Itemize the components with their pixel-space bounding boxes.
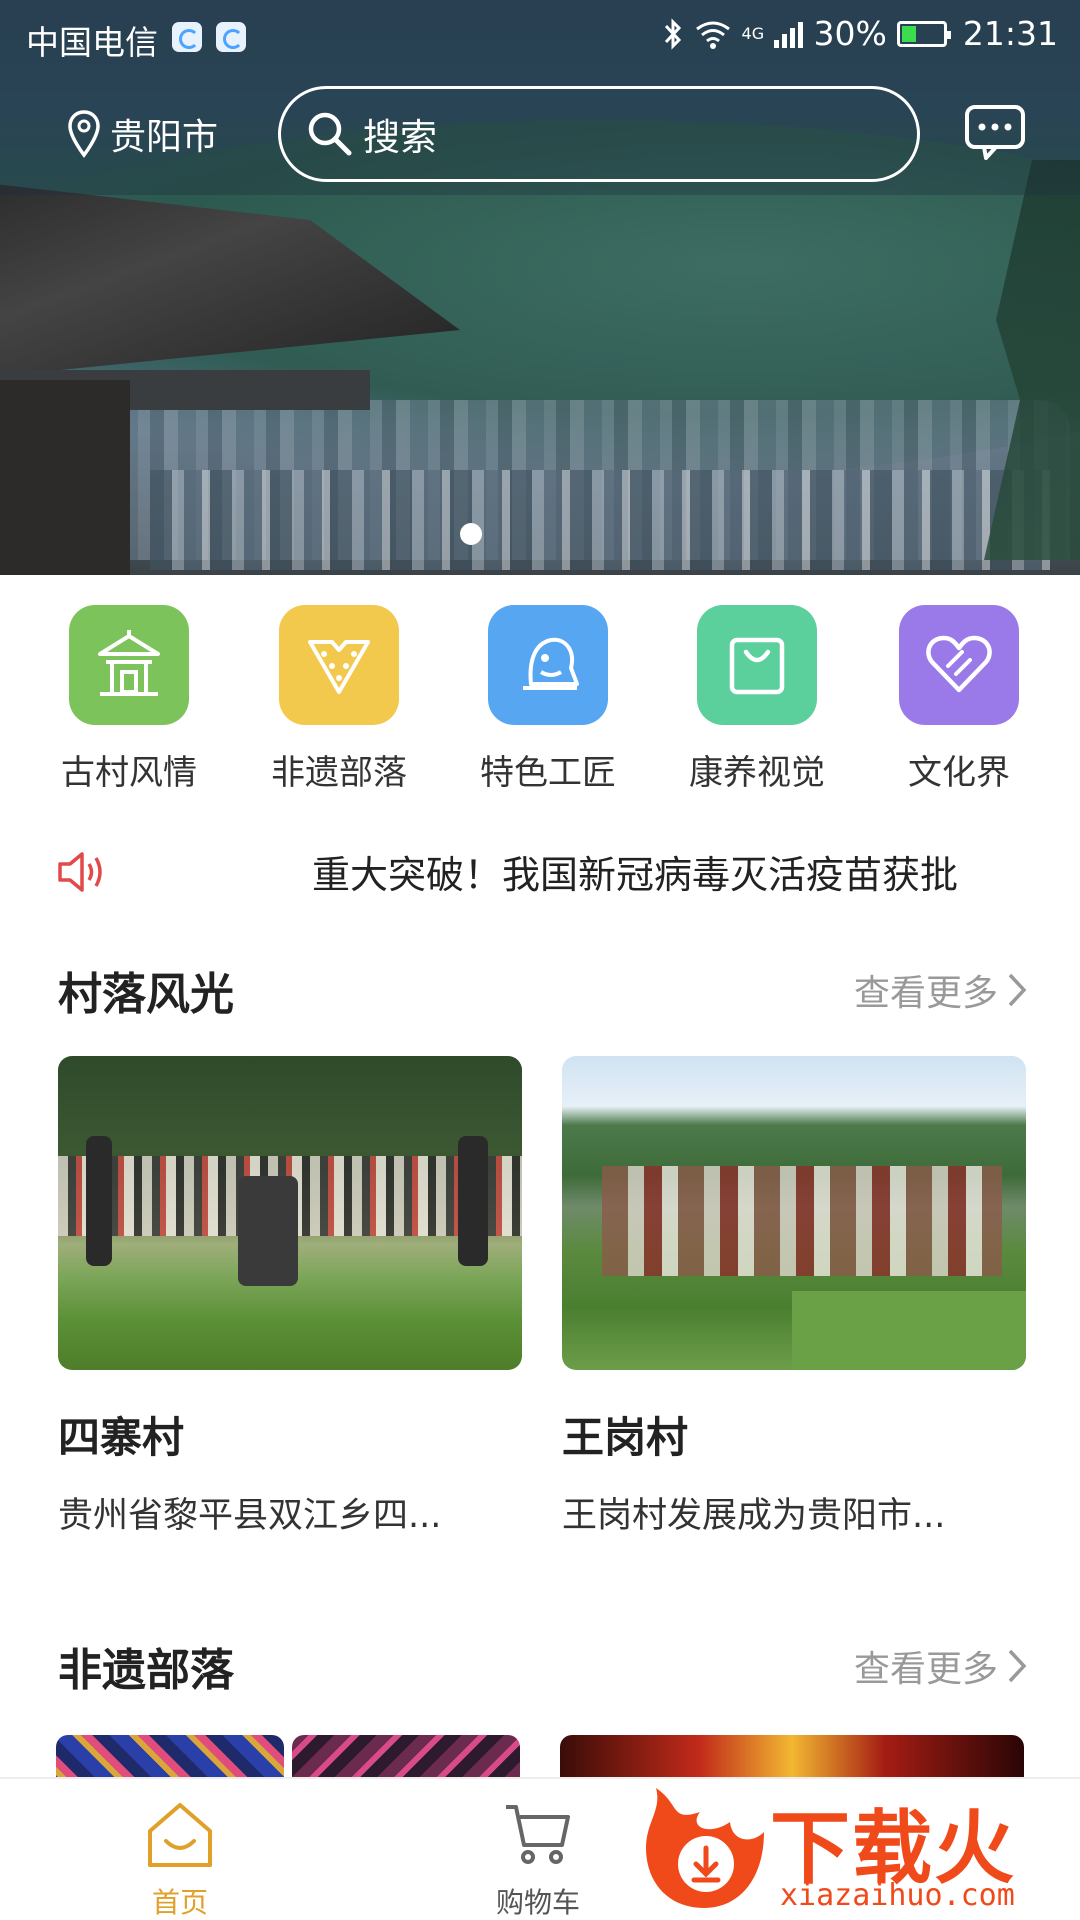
category-grid: 古村风情 非遗部落 特色工匠 康养视觉 文化界: [0, 605, 1080, 795]
cart-icon: [506, 1805, 570, 1864]
category-label: 特色工匠: [480, 753, 616, 793]
category-label: 康养视觉: [689, 753, 825, 793]
village-name: 四寨村: [58, 1413, 185, 1462]
banner-post: [0, 380, 130, 575]
section-heritage-header: 非遗部落 查看更多: [58, 1634, 1028, 1704]
category-label: 非遗部落: [271, 753, 407, 793]
view-more-label: 查看更多: [853, 973, 998, 1014]
news-ticker[interactable]: 重大突破！我国新冠病毒灭活疫苗获批: [56, 838, 996, 904]
signal-icon: [773, 21, 803, 48]
heart-icon: [899, 605, 1019, 725]
carousel-indicator-dot[interactable]: [460, 523, 482, 545]
photo-figure: [238, 1176, 298, 1286]
location-selector[interactable]: 贵阳市: [66, 104, 218, 164]
battery-percent: 30%: [813, 14, 887, 53]
bag-icon: [697, 605, 817, 725]
ticker-text: 重大突破！我国新冠病毒灭活疫苗获批: [312, 853, 959, 897]
category-craftsman[interactable]: 特色工匠: [463, 605, 633, 794]
chevron-right-icon: [1008, 1649, 1027, 1683]
search-placeholder: 搜索: [363, 116, 437, 159]
village-card[interactable]: 四寨村 贵州省黎平县双江乡四...: [58, 1056, 522, 1538]
location-label: 贵阳市: [110, 117, 219, 158]
section-title: 村落风光: [58, 969, 234, 1020]
category-label: 文化界: [908, 753, 1010, 793]
category-wellness[interactable]: 康养视觉: [672, 605, 842, 794]
category-label: 古村风情: [61, 753, 197, 793]
watermark-url: xiazaihuo.com: [780, 1878, 1015, 1913]
view-more-link[interactable]: 查看更多: [854, 964, 1028, 1016]
photo-figure: [458, 1136, 488, 1266]
pavilion-icon: [69, 605, 189, 725]
section-village-header: 村落风光 查看更多: [58, 958, 1028, 1028]
search-input[interactable]: 搜索: [278, 86, 920, 182]
watermark: 下载火 xiazaihuo.com: [640, 1782, 1080, 1920]
chevron-right-icon: [1008, 973, 1027, 1007]
network-type: 4G: [741, 23, 765, 43]
clock: 21:31: [962, 14, 1058, 53]
flame-logo-icon: [646, 1788, 764, 1908]
view-more-link[interactable]: 查看更多: [854, 1640, 1028, 1692]
photo-figure: [86, 1136, 112, 1266]
home-icon: [148, 1803, 212, 1867]
necklace-icon: [279, 605, 399, 725]
village-desc: 王岗村发展成为贵阳市...: [562, 1496, 946, 1536]
village-name: 王岗村: [562, 1413, 689, 1462]
app-notification-icon: [216, 22, 246, 52]
bell-icon: [488, 605, 608, 725]
tab-label: 首页: [151, 1886, 208, 1919]
village-photo: [58, 1056, 522, 1370]
category-culture[interactable]: 文化界: [874, 605, 1044, 794]
section-title: 非遗部落: [58, 1645, 234, 1696]
carrier-name: 中国电信: [26, 23, 158, 62]
battery-icon: [896, 20, 951, 47]
wifi-icon: [695, 21, 730, 49]
village-card[interactable]: 王岗村 王岗村发展成为贵阳市...: [562, 1056, 1026, 1538]
app-notification-icon: [172, 22, 202, 52]
tab-home[interactable]: 首页: [110, 1799, 250, 1920]
photo-lotus-pond: [792, 1291, 1026, 1370]
village-photo: [562, 1056, 1026, 1370]
status-right: 4G 30% 21:31: [662, 14, 1058, 53]
status-bar: 中国电信 4G 30% 21:31: [0, 0, 1080, 74]
tab-cart[interactable]: 购物车: [468, 1799, 608, 1920]
view-more-label: 查看更多: [853, 1649, 998, 1690]
speaker-icon: [58, 852, 102, 892]
photo-houses: [602, 1166, 1002, 1276]
search-icon: [308, 112, 352, 156]
banner-village-roofs: [150, 470, 1050, 570]
message-icon[interactable]: [964, 104, 1026, 160]
village-desc: 贵州省黎平县双江乡四...: [58, 1496, 442, 1536]
tab-label: 购物车: [495, 1886, 580, 1919]
category-heritage[interactable]: 非遗部落: [254, 605, 424, 794]
category-ancient-village[interactable]: 古村风情: [44, 605, 214, 794]
location-pin-icon: [68, 110, 100, 158]
bluetooth-icon: [664, 17, 681, 50]
